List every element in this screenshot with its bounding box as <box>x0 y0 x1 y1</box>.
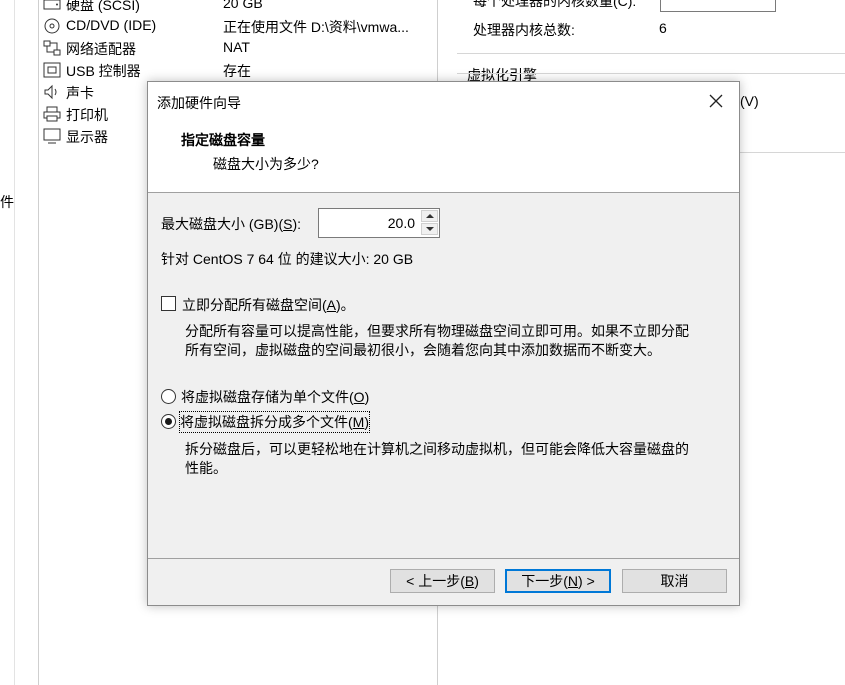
dialog-titlebar[interactable]: 添加硬件向导 <box>148 82 739 120</box>
wizard-step-subtitle: 磁盘大小为多少? <box>213 156 319 172</box>
allocate-all-space-checkbox[interactable] <box>161 296 176 311</box>
multiple-files-description-line2: 性能。 <box>185 460 227 476</box>
wizard-header: 指定磁盘容量 磁盘大小为多少? <box>148 120 739 193</box>
network-adapter-icon <box>43 40 61 56</box>
dialog-title: 添加硬件向导 <box>157 95 241 111</box>
label-text: ) <box>364 389 370 405</box>
add-hardware-wizard-dialog: 添加硬件向导 指定磁盘容量 磁盘大小为多少? 最大磁盘大小 (GB)(S): 2… <box>147 81 740 606</box>
group-border-top <box>457 73 845 74</box>
label-text: 立即分配所有磁盘空间( <box>182 297 327 313</box>
allocate-description-line1: 分配所有容量可以提高性能，但要求所有物理磁盘空间立即可用。如果不立即分配 <box>185 323 689 339</box>
access-key: O <box>353 389 365 405</box>
device-name: 网络适配器 <box>66 41 136 57</box>
display-icon <box>43 128 61 144</box>
access-key: A <box>326 297 337 313</box>
cancel-button[interactable]: 取消 <box>622 569 727 593</box>
clipped-label: 件 <box>0 194 14 210</box>
device-summary: 存在 <box>223 63 251 79</box>
multiple-files-label[interactable]: 将虚拟磁盘拆分成多个文件(M) <box>178 411 371 433</box>
usb-controller-icon <box>43 62 61 78</box>
device-summary: 正在使用文件 D:\资料\vmwa... <box>223 19 409 35</box>
group-divider <box>457 53 845 54</box>
increment-arrow-icon[interactable] <box>421 210 438 222</box>
cd-dvd-icon <box>44 18 60 34</box>
button-text: ) > <box>578 573 595 589</box>
label-text: ) <box>364 414 370 430</box>
max-disk-size-label: 最大磁盘大小 (GB)(S): <box>161 214 301 234</box>
close-button[interactable] <box>703 88 729 114</box>
device-name: 显示器 <box>66 129 108 145</box>
single-file-label[interactable]: 将虚拟磁盘存储为单个文件(O) <box>181 387 369 407</box>
device-row-hard-disk[interactable]: 硬盘 (SCSI) 20 GB <box>43 0 443 15</box>
recommended-size-text: 针对 CentOS 7 64 位 的建议大小: 20 GB <box>161 251 414 267</box>
spin-buttons <box>421 210 438 236</box>
sound-card-icon <box>44 84 57 100</box>
button-text: ) <box>474 573 479 589</box>
access-key: M <box>352 414 365 430</box>
decrement-arrow-icon[interactable] <box>421 223 438 235</box>
close-icon <box>709 94 723 108</box>
device-list-border-left <box>38 0 39 685</box>
label-text: 最大磁盘大小 (GB)( <box>161 216 284 232</box>
next-button[interactable]: 下一步(N) > <box>505 569 611 593</box>
label-text: ): <box>292 216 302 232</box>
label-text: 将虚拟磁盘存储为单个文件( <box>181 389 354 405</box>
printer-icon <box>43 106 61 122</box>
device-name: 打印机 <box>66 107 108 123</box>
label-text: )。 <box>336 297 355 313</box>
device-row-cd-dvd[interactable]: CD/DVD (IDE) 正在使用文件 D:\资料\vmwa... <box>43 15 443 37</box>
total-cores-value: 6 <box>659 20 667 36</box>
device-summary: NAT <box>223 39 250 55</box>
single-file-radio[interactable] <box>161 389 176 404</box>
device-name: 硬盘 (SCSI) <box>66 0 140 13</box>
access-key: N <box>567 573 579 589</box>
total-cores-label: 处理器内核总数: <box>473 22 575 38</box>
button-text: 下一步( <box>521 573 568 589</box>
allocate-all-space-label[interactable]: 立即分配所有磁盘空间(A)。 <box>182 295 355 315</box>
hard-disk-icon <box>43 0 61 10</box>
device-name: 声卡 <box>66 85 94 101</box>
max-disk-size-input[interactable]: 20.0 <box>319 209 415 237</box>
multiple-files-description-line1: 拆分磁盘后，可以更轻松地在计算机之间移动虚拟机，但可能会降低大容量磁盘的 <box>185 441 689 457</box>
device-summary: 20 GB <box>223 0 263 11</box>
button-text: < 上一步( <box>406 573 465 589</box>
wizard-body: 最大磁盘大小 (GB)(S): 20.0 针对 CentOS 7 64 位 的建… <box>148 193 739 603</box>
device-row-network-adapter[interactable]: 网络适配器 NAT <box>43 37 443 59</box>
multiple-files-radio[interactable] <box>161 414 176 429</box>
device-name: CD/DVD (IDE) <box>66 17 157 33</box>
device-row-usb-controller[interactable]: USB 控制器 存在 <box>43 59 443 81</box>
max-disk-size-spinbox[interactable]: 20.0 <box>318 208 440 238</box>
wizard-step-title: 指定磁盘容量 <box>181 132 265 148</box>
background-left-edge: 件 <box>0 0 15 685</box>
device-name: USB 控制器 <box>66 63 141 79</box>
access-key: B <box>464 573 475 589</box>
label-text: 将虚拟磁盘拆分成多个文件( <box>180 414 353 430</box>
cores-per-processor-select[interactable] <box>660 0 776 12</box>
virtualization-option-partial: (V) <box>740 93 759 109</box>
cores-per-processor-label: 每个处理器的内核数量(C): <box>473 0 637 9</box>
back-button[interactable]: < 上一步(B) <box>390 569 495 593</box>
footer-divider <box>148 558 739 559</box>
allocate-description-line2: 所有空间，虚拟磁盘的空间最初很小，会随着您向其中添加数据而不断变大。 <box>185 342 661 358</box>
